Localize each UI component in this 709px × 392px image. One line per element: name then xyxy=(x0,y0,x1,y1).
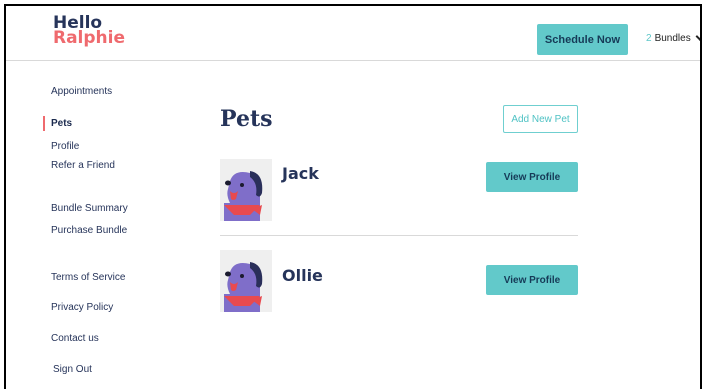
sidebar-item-purchase-bundle[interactable]: Purchase Bundle xyxy=(51,225,127,236)
view-profile-button[interactable]: View Profile xyxy=(486,162,578,192)
sidebar-item-privacy[interactable]: Privacy Policy xyxy=(51,302,113,313)
bundles-label: Bundles xyxy=(654,33,691,44)
sidebar-item-appointments[interactable]: Appointments xyxy=(51,86,112,97)
dog-avatar-icon xyxy=(220,159,272,221)
active-indicator xyxy=(43,116,45,131)
sidebar-item-terms[interactable]: Terms of Service xyxy=(51,272,125,283)
page-title: Pets xyxy=(220,106,273,132)
dog-avatar-icon xyxy=(220,250,272,312)
row-divider xyxy=(220,235,578,236)
bundles-count: 2 xyxy=(646,33,652,44)
pet-name: Jack xyxy=(282,164,319,183)
sidebar-item-contact[interactable]: Contact us xyxy=(51,333,99,344)
pet-row: Ollie View Profile xyxy=(220,250,578,312)
sidebar-item-pets[interactable]: Pets xyxy=(51,118,72,129)
sidebar-item-profile[interactable]: Profile xyxy=(51,141,79,152)
pet-name: Ollie xyxy=(282,266,323,285)
pet-row: Jack View Profile xyxy=(220,159,578,221)
app-window: Hello Ralphie Schedule Now 2 Bundles App… xyxy=(4,4,702,389)
schedule-now-button[interactable]: Schedule Now xyxy=(537,24,628,55)
add-new-pet-button[interactable]: Add New Pet xyxy=(503,105,578,133)
sidebar-item-refer[interactable]: Refer a Friend xyxy=(51,160,115,171)
sidebar-item-bundle-summary[interactable]: Bundle Summary xyxy=(51,203,128,214)
view-profile-button[interactable]: View Profile xyxy=(486,265,578,295)
sidebar-item-sign-out[interactable]: Sign Out xyxy=(53,364,92,375)
chevron-down-icon xyxy=(695,31,700,42)
bundles-dropdown[interactable]: 2 Bundles xyxy=(646,31,700,44)
sidebar-nav: Appointments Pets Profile Refer a Friend… xyxy=(6,6,196,389)
